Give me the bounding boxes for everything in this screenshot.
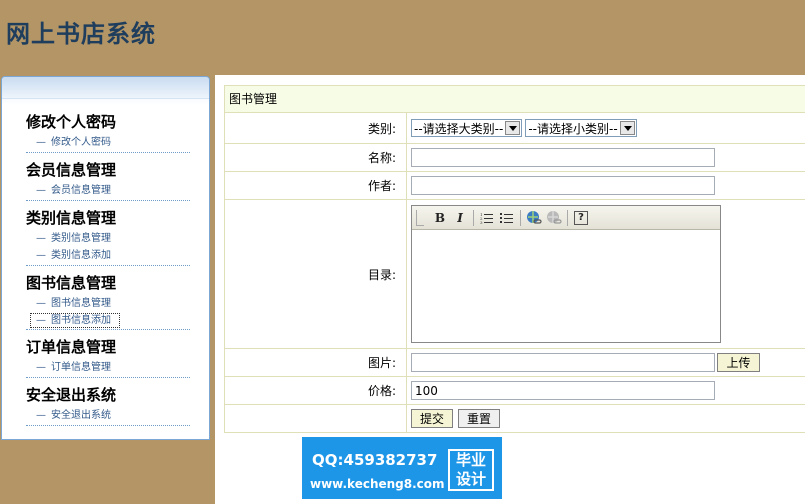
reset-button[interactable]: 重置 — [458, 409, 500, 428]
sidebar: 修改个人密码 — 修改个人密码 会员信息管理 — 会员信息管理 类别信息管理 — 类别… — [1, 76, 210, 440]
category-major-select[interactable]: --请选择大类别-- — [411, 119, 523, 137]
editor-text-area[interactable] — [412, 230, 720, 342]
menu-group-title: 订单信息管理 — [26, 338, 117, 356]
divider — [26, 425, 190, 426]
menu-group-members: 会员信息管理 — 会员信息管理 — [26, 158, 190, 201]
divider — [26, 377, 190, 378]
bold-button[interactable]: B — [430, 209, 450, 227]
sidebar-item-logout[interactable]: — 安全退出系统 — [26, 407, 190, 424]
divider — [26, 200, 190, 201]
price-input[interactable]: 100 — [411, 381, 715, 400]
sidebar-item-label: 类别信息管理 — [51, 233, 111, 244]
chevron-down-icon — [619, 121, 635, 135]
sidebar-item-order-manage[interactable]: — 订单信息管理 — [26, 359, 190, 376]
book-form: 图书管理 类别: --请选择大类别-- --请选择小类别-- 名称: 作者: 目… — [224, 85, 805, 433]
category-label: 类别: — [225, 113, 407, 143]
author-input[interactable] — [411, 176, 715, 195]
watermark-badge-line2: 设计 — [455, 470, 486, 488]
watermark: QQ:459382737 www.kecheng8.com 毕业 设计 — [302, 437, 502, 499]
svg-text:3: 3 — [480, 220, 483, 224]
sidebar-item-label: 安全退出系统 — [51, 410, 111, 421]
sidebar-item-category-manage[interactable]: — 类别信息管理 — [26, 230, 190, 247]
sidebar-item-book-manage[interactable]: — 图书信息管理 — [26, 295, 190, 312]
help-icon[interactable]: ? — [571, 209, 591, 227]
watermark-badge-line1: 毕业 — [455, 451, 486, 469]
sidebar-item-category-add[interactable]: — 类别信息添加 — [26, 247, 190, 264]
toc-value: B I 123 ? — [407, 200, 805, 348]
watermark-url: www.kecheng8.com — [310, 477, 445, 491]
sidebar-item-book-add[interactable]: — 图书信息添加 — [30, 313, 120, 328]
price-value: 100 — [407, 377, 805, 404]
name-label: 名称: — [225, 144, 407, 171]
ordered-list-icon[interactable]: 123 — [477, 209, 497, 227]
toolbar-separator — [473, 209, 474, 226]
category-value: --请选择大类别-- --请选择小类别-- — [407, 113, 805, 143]
sidebar-item-label: 会员信息管理 — [51, 185, 111, 196]
toolbar-separator — [567, 209, 568, 226]
italic-button[interactable]: I — [450, 209, 470, 227]
menu-group-title: 安全退出系统 — [26, 386, 117, 404]
chevron-down-icon — [505, 121, 521, 135]
image-value: 上传 — [407, 349, 805, 376]
unordered-list-icon[interactable] — [497, 209, 517, 227]
toc-editor: B I 123 ? — [411, 205, 721, 343]
sidebar-item-label: 修改个人密码 — [51, 137, 111, 148]
price-row: 价格: 100 — [225, 377, 805, 405]
category-row: 类别: --请选择大类别-- --请选择小类别-- — [225, 113, 805, 144]
watermark-badge: 毕业 设计 — [448, 449, 494, 491]
toc-row: 目录: B I 123 ? — [225, 200, 805, 349]
site-title: 网上书店系统 — [6, 19, 156, 48]
remove-link-icon[interactable] — [544, 209, 564, 227]
image-label: 图片: — [225, 349, 407, 376]
sidebar-item-label: 图书信息管理 — [51, 298, 111, 309]
name-value — [407, 144, 805, 171]
watermark-qq: QQ:459382737 — [312, 451, 438, 469]
menu-group-title: 会员信息管理 — [26, 161, 117, 179]
divider — [26, 265, 190, 266]
submit-button[interactable]: 提交 — [411, 409, 453, 428]
menu-group-title: 类别信息管理 — [26, 209, 117, 227]
category-minor-select[interactable]: --请选择小类别-- — [525, 119, 637, 137]
sidebar-item-change-password[interactable]: — 修改个人密码 — [26, 134, 190, 151]
menu-group-books: 图书信息管理 — 图书信息管理 — 图书信息添加 — [26, 271, 190, 330]
image-row: 图片: 上传 — [225, 349, 805, 377]
insert-link-icon[interactable] — [524, 209, 544, 227]
menu-group-title: 修改个人密码 — [26, 113, 117, 131]
upload-button[interactable]: 上传 — [717, 353, 760, 372]
editor-toolbar: B I 123 ? — [412, 206, 720, 230]
menu-group-logout: 安全退出系统 — 安全退出系统 — [26, 383, 190, 426]
sidebar-item-label: 订单信息管理 — [51, 362, 111, 373]
name-input[interactable] — [411, 148, 715, 167]
toolbar-grip-icon — [416, 209, 424, 226]
header: 网上书店系统 — [0, 0, 805, 75]
menu-group-password: 修改个人密码 — 修改个人密码 — [26, 110, 190, 153]
author-label: 作者: — [225, 172, 407, 199]
actions-label-cell — [225, 405, 407, 432]
divider — [26, 152, 190, 153]
actions-cell: 提交 重置 — [407, 405, 805, 432]
sidebar-item-member-manage[interactable]: — 会员信息管理 — [26, 182, 190, 199]
help-icon-glyph: ? — [574, 210, 588, 225]
divider — [26, 329, 190, 330]
image-input[interactable] — [411, 353, 715, 372]
author-value — [407, 172, 805, 199]
actions-row: 提交 重置 — [225, 405, 805, 433]
toolbar-separator — [520, 209, 521, 226]
menu-group-title: 图书信息管理 — [26, 274, 117, 292]
form-caption: 图书管理 — [225, 86, 805, 113]
menu-group-orders: 订单信息管理 — 订单信息管理 — [26, 335, 190, 378]
author-row: 作者: — [225, 172, 805, 200]
category-major-text: --请选择大类别-- — [414, 121, 504, 136]
sidebar-topbar — [2, 77, 209, 99]
toc-label: 目录: — [225, 200, 407, 348]
sidebar-item-label: 图书信息添加 — [51, 315, 111, 326]
menu-group-categories: 类别信息管理 — 类别信息管理 — 类别信息添加 — [26, 206, 190, 266]
category-minor-text: --请选择小类别-- — [528, 121, 618, 136]
sidebar-item-label: 类别信息添加 — [51, 250, 111, 261]
name-row: 名称: — [225, 144, 805, 172]
price-label: 价格: — [225, 377, 407, 404]
